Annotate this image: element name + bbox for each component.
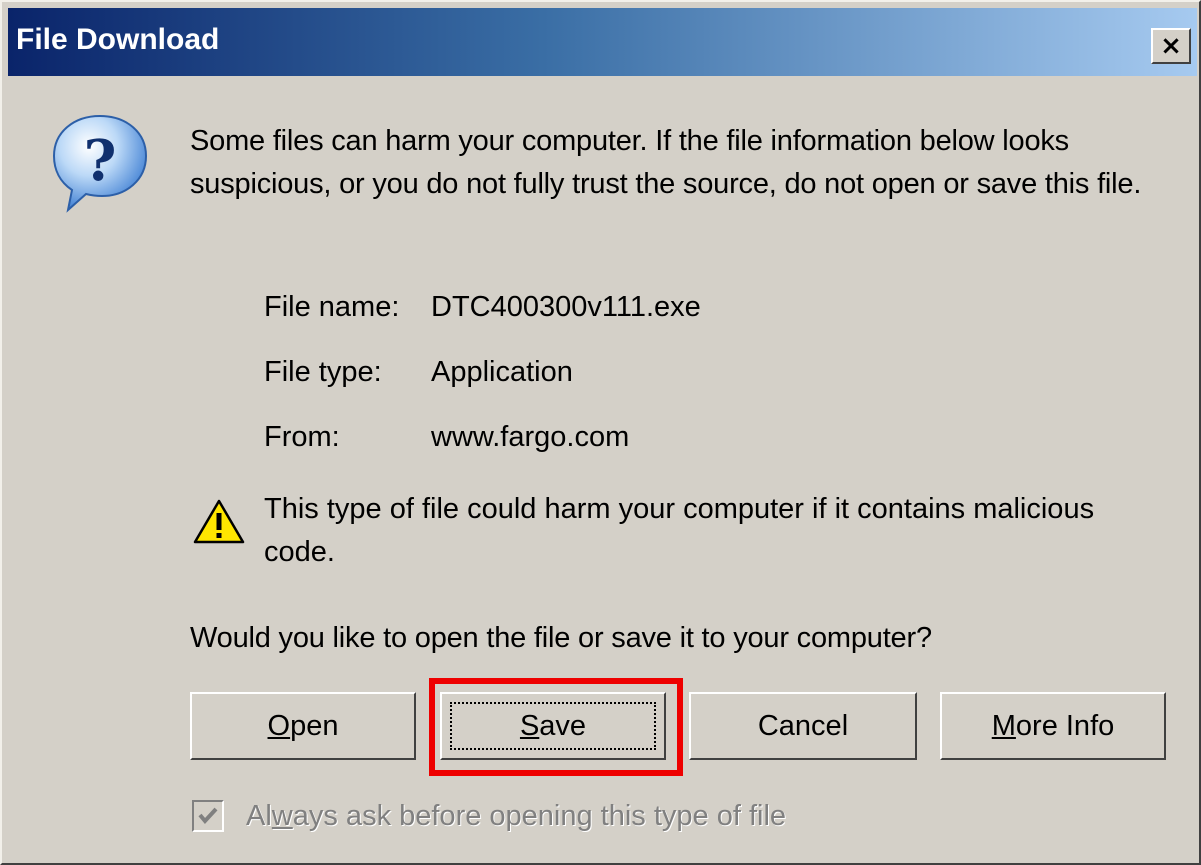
warning-shield-icon (193, 499, 245, 544)
file-download-dialog: File Download × ? Some files can harm yo… (0, 0, 1201, 865)
cancel-button[interactable]: Cancel (689, 692, 917, 760)
always-ask-label[interactable]: Always ask before opening this type of f… (246, 796, 786, 836)
file-type-label: File type: (264, 356, 382, 388)
harm-warning-text: This type of file could harm your comput… (264, 493, 1095, 568)
svg-text:?: ? (84, 128, 117, 194)
focus-ring (450, 702, 656, 750)
dialog-title: File Download (16, 23, 220, 56)
open-or-save-question: Would you like to open the file or save … (190, 622, 932, 654)
from-value: www.fargo.com (431, 421, 630, 453)
question-icon: ? (52, 114, 148, 213)
security-warning-text: Some files can harm your computer. If th… (190, 125, 1142, 200)
more-info-button[interactable]: More Info (940, 692, 1166, 760)
close-icon: × (1160, 31, 1182, 61)
title-bar[interactable]: File Download × (8, 8, 1197, 76)
close-button[interactable]: × (1151, 28, 1191, 64)
always-ask-checkbox[interactable] (192, 800, 224, 832)
save-button[interactable]: Save (440, 692, 666, 760)
file-name-label: File name: (264, 291, 400, 323)
file-type-value: Application (431, 356, 573, 388)
checkmark-icon (198, 807, 218, 825)
from-label: From: (264, 421, 340, 453)
file-name-value: DTC400300v111.exe (431, 291, 701, 323)
open-button[interactable]: Open (190, 692, 416, 760)
